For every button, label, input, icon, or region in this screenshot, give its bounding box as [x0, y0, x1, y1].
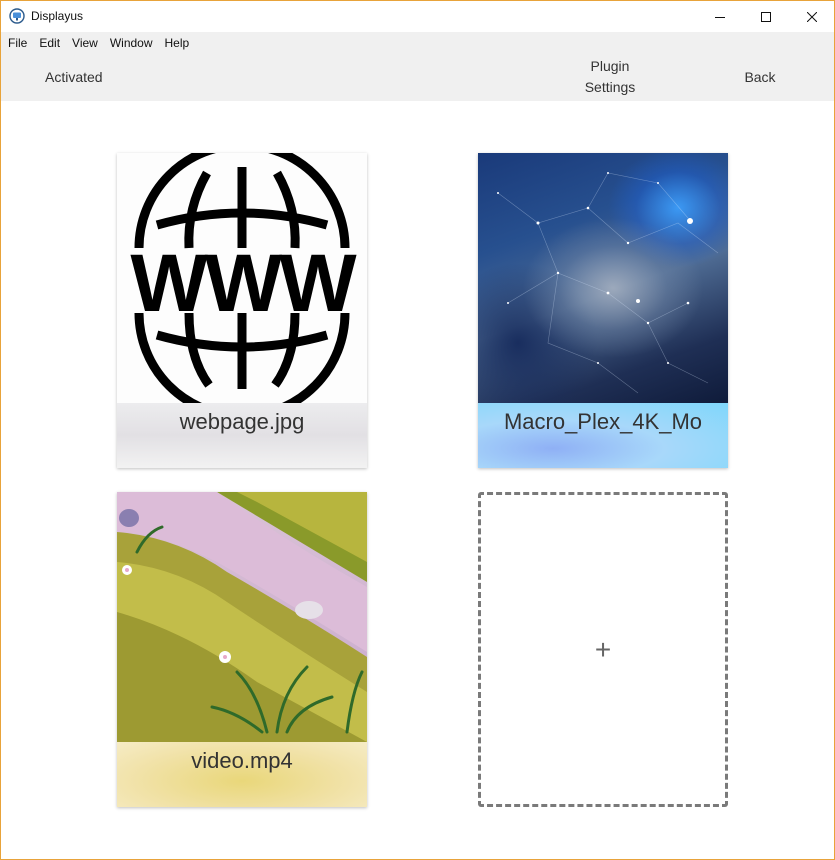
menu-help[interactable]: Help [165, 36, 190, 50]
title-bar: Displayus [1, 1, 834, 32]
activated-button[interactable]: Activated [45, 67, 103, 88]
card-thumbnail [117, 492, 367, 742]
plugin-settings-label-line1: Plugin [590, 58, 630, 74]
card-label: webpage.jpg [117, 403, 367, 468]
globe-www-icon: WWW [130, 153, 360, 403]
card-label: video.mp4 [117, 742, 367, 807]
maximize-button[interactable] [743, 1, 789, 32]
wallpaper-card-webpage[interactable]: WWW webpage.jpg [117, 153, 367, 468]
app-window: Displayus File Edit View Window Help Act… [0, 0, 835, 860]
grass-stream-image [117, 492, 367, 742]
minimize-icon [715, 16, 725, 18]
close-button[interactable] [789, 1, 835, 32]
plus-icon: + [594, 633, 612, 665]
card-thumbnail: WWW [117, 153, 367, 403]
back-button[interactable]: Back [737, 67, 783, 88]
plugin-settings-label-line2: Settings [584, 79, 636, 95]
menu-file[interactable]: File [8, 36, 27, 50]
wallpaper-card-video[interactable]: video.mp4 [117, 492, 367, 807]
toolbar: Activated Plugin Settings Back [1, 53, 834, 101]
app-logo-icon [9, 8, 25, 24]
minimize-button[interactable] [697, 1, 743, 32]
add-wallpaper-button[interactable]: + [478, 492, 728, 807]
menu-view[interactable]: View [72, 36, 98, 50]
wallpaper-card-macro-plex[interactable]: Macro_Plex_4K_Mo [478, 153, 728, 468]
menu-window[interactable]: Window [110, 36, 153, 50]
plugin-settings-button[interactable]: Plugin Settings [575, 56, 645, 98]
window-title: Displayus [31, 9, 84, 23]
maximize-icon [761, 11, 771, 22]
svg-text:WWW: WWW [130, 238, 357, 329]
card-thumbnail [478, 153, 728, 403]
close-icon [807, 11, 817, 22]
menu-edit[interactable]: Edit [39, 36, 60, 50]
card-label: Macro_Plex_4K_Mo [478, 403, 728, 468]
space-nebula-image [497, 172, 719, 394]
menu-bar: File Edit View Window Help [1, 32, 834, 53]
